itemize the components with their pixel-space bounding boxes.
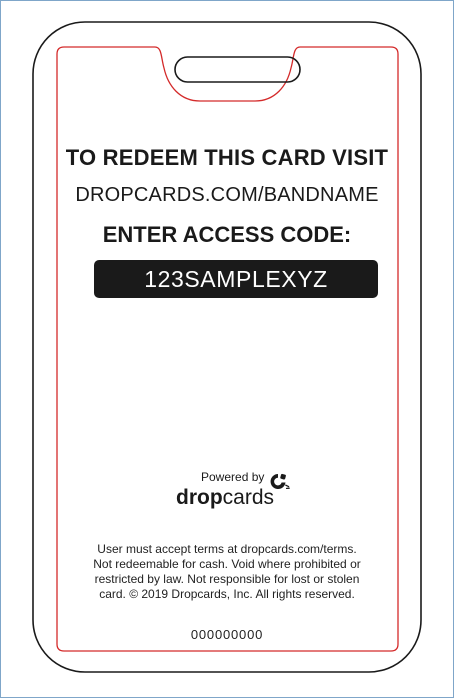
serial-number: 000000000 bbox=[190, 627, 264, 642]
brand-wordmark-bold: drop bbox=[176, 486, 223, 509]
terms-line: card. © 2019 Dropcards, Inc. All rights … bbox=[99, 587, 355, 601]
redeem-heading: TO REDEEM THIS CARD VISIT bbox=[65, 145, 389, 170]
terms-line: restricted by law. Not responsible for l… bbox=[94, 572, 360, 586]
dropcards-logo-icon bbox=[270, 473, 290, 490]
terms-text: User must accept terms at dropcards.com/… bbox=[70, 542, 384, 602]
access-code-box: 123SAMPLEXYZ bbox=[94, 260, 378, 298]
access-code-heading: ENTER ACCESS CODE: bbox=[102, 222, 352, 247]
redeem-url: DROPCARDS.COM/BANDNAME bbox=[75, 184, 379, 206]
card-content: TO REDEEM THIS CARD VISIT DROPCARDS.COM/… bbox=[0, 0, 454, 698]
powered-by-label: Powered by bbox=[201, 470, 265, 484]
brand-wordmark: dropcards bbox=[176, 486, 274, 510]
brand-wordmark-light: cards bbox=[222, 486, 275, 509]
terms-line: User must accept terms at dropcards.com/… bbox=[97, 542, 357, 556]
terms-line: Not redeemable for cash. Void where proh… bbox=[93, 557, 361, 571]
